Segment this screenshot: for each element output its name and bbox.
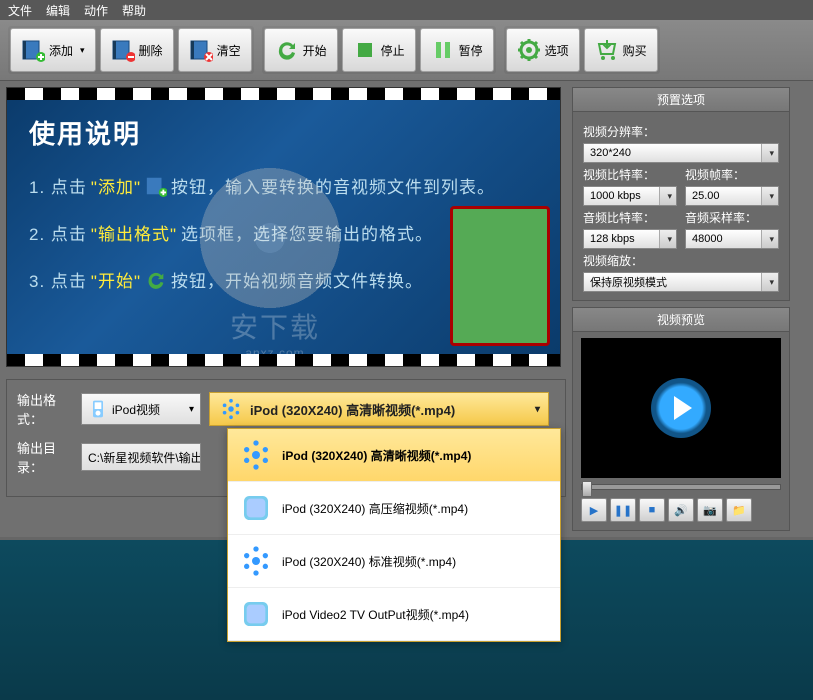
format-icon bbox=[240, 439, 272, 471]
vbitrate-select[interactable]: 1000 kbps bbox=[583, 186, 677, 206]
abitrate-label: 音频比特率： bbox=[583, 209, 677, 226]
start-button[interactable]: 开始 bbox=[264, 28, 338, 72]
film-delete-icon bbox=[111, 38, 135, 62]
format-icon bbox=[220, 398, 242, 420]
preview-panel: 视频预览 ▶ ❚❚ ■ 🔊 📷 📁 bbox=[572, 307, 790, 531]
format-option[interactable]: iPod Video2 TV OutPut视频(*.mp4) bbox=[228, 588, 560, 641]
delete-label: 删除 bbox=[139, 42, 163, 59]
abitrate-select[interactable]: 128 kbps bbox=[583, 229, 677, 249]
volume-button[interactable]: 🔊 bbox=[668, 498, 694, 522]
stop-label: 停止 bbox=[381, 42, 405, 59]
clear-button[interactable]: 清空 bbox=[178, 28, 252, 72]
menu-help[interactable]: 帮助 bbox=[122, 2, 146, 19]
preview-play-icon bbox=[651, 378, 711, 438]
ipod-icon bbox=[240, 598, 272, 630]
gear-icon bbox=[517, 38, 541, 62]
format-option[interactable]: iPod (320X240) 高清晰视频(*.mp4) bbox=[228, 429, 560, 482]
toolbar: 添加 ▾ 删除 清空 开始 停止 暂停 bbox=[0, 20, 813, 81]
format-combo[interactable]: iPod (320X240) 高清晰视频(*.mp4) bbox=[209, 392, 549, 426]
stop-icon bbox=[353, 38, 377, 62]
refresh-icon bbox=[145, 269, 167, 291]
play-button[interactable]: ▶ bbox=[581, 498, 607, 522]
stop-button-small[interactable]: ■ bbox=[639, 498, 665, 522]
ipod-icon bbox=[240, 492, 272, 524]
format-option[interactable]: iPod (320X240) 标准视频(*.mp4) bbox=[228, 535, 560, 588]
menu-action[interactable]: 动作 bbox=[84, 2, 108, 19]
open-folder-button[interactable]: 📁 bbox=[726, 498, 752, 522]
fps-select[interactable]: 25.00 bbox=[685, 186, 779, 206]
dropdown-caret-icon: ▾ bbox=[80, 45, 85, 56]
menu-bar: 文件 编辑 动作 帮助 bbox=[0, 0, 813, 20]
resolution-select[interactable]: 320*240 bbox=[583, 143, 779, 163]
watermark: 安下载 anxz.com bbox=[230, 306, 320, 360]
fps-label: 视频帧率： bbox=[685, 166, 779, 183]
output-dir-input[interactable]: C:\新星视频软件\输出 bbox=[81, 443, 201, 471]
film-add-icon bbox=[21, 38, 45, 62]
pause-button-small[interactable]: ❚❚ bbox=[610, 498, 636, 522]
output-dir-label: 输出目录： bbox=[17, 438, 73, 476]
instructions-panel: 使用说明 1. 点击 "添加" 按钮，输入要转换的音视频文件到列表。 2. 点击… bbox=[6, 87, 561, 367]
stop-button[interactable]: 停止 bbox=[342, 28, 416, 72]
output-format-label: 输出格式： bbox=[17, 390, 73, 428]
options-label: 选项 bbox=[545, 42, 569, 59]
format-option[interactable]: iPod (320X240) 高压缩视频(*.mp4) bbox=[228, 482, 560, 535]
pause-label: 暂停 bbox=[459, 42, 483, 59]
format-icon bbox=[240, 545, 272, 577]
menu-edit[interactable]: 编辑 bbox=[46, 2, 70, 19]
clear-label: 清空 bbox=[217, 42, 241, 59]
start-label: 开始 bbox=[303, 42, 327, 59]
preset-title: 预置选项 bbox=[573, 88, 789, 112]
ipod-icon bbox=[88, 399, 108, 419]
pause-button[interactable]: 暂停 bbox=[420, 28, 494, 72]
samplerate-select[interactable]: 48000 bbox=[685, 229, 779, 249]
options-button[interactable]: 选项 bbox=[506, 28, 580, 72]
refresh-icon bbox=[275, 38, 299, 62]
delete-button[interactable]: 删除 bbox=[100, 28, 174, 72]
zoom-label: 视频缩放： bbox=[583, 252, 779, 269]
device-select[interactable]: iPod视频 bbox=[81, 393, 201, 425]
seek-slider[interactable] bbox=[581, 484, 781, 490]
menu-file[interactable]: 文件 bbox=[8, 2, 32, 19]
snapshot-button[interactable]: 📷 bbox=[697, 498, 723, 522]
pause-icon bbox=[431, 38, 455, 62]
add-button[interactable]: 添加 ▾ bbox=[10, 28, 96, 72]
samplerate-label: 音频采样率： bbox=[685, 209, 779, 226]
preview-viewport bbox=[581, 338, 781, 478]
resolution-label: 视频分辨率： bbox=[583, 123, 779, 140]
buy-label: 购买 bbox=[623, 42, 647, 59]
film-add-icon bbox=[145, 175, 167, 197]
format-dropdown[interactable]: iPod (320X240) 高清晰视频(*.mp4) iPod (320X24… bbox=[227, 428, 561, 642]
film-clear-icon bbox=[189, 38, 213, 62]
instructions-title: 使用说明 bbox=[29, 114, 538, 151]
preset-panel: 预置选项 视频分辨率： 320*240 视频比特率： 1000 kbps 视频帧… bbox=[572, 87, 790, 301]
preview-title: 视频预览 bbox=[573, 308, 789, 332]
add-label: 添加 bbox=[49, 42, 73, 59]
vbitrate-label: 视频比特率： bbox=[583, 166, 677, 183]
cart-icon bbox=[595, 38, 619, 62]
zoom-select[interactable]: 保持原视频模式 bbox=[583, 272, 779, 292]
buy-button[interactable]: 购买 bbox=[584, 28, 658, 72]
